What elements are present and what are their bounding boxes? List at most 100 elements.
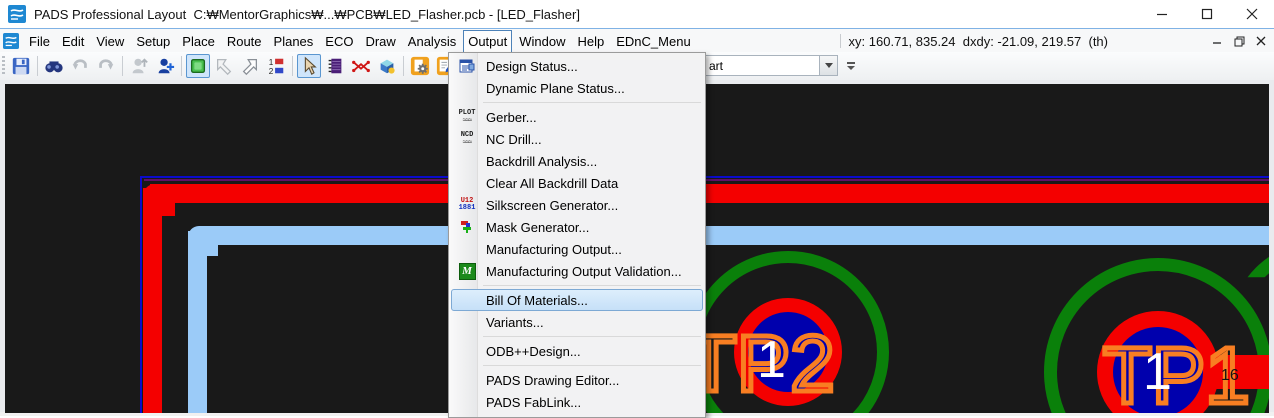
mdi-close-button[interactable] — [1252, 32, 1270, 50]
toolbar-separator — [37, 56, 38, 76]
arrow-upright-button[interactable] — [238, 54, 262, 78]
add-person-button[interactable] — [153, 54, 177, 78]
menubar-item-setup[interactable]: Setup — [131, 30, 175, 53]
layer-numbers-icon: 1 2 — [269, 58, 284, 76]
arrow-upright-icon — [242, 59, 257, 76]
icon-text: 1881 — [458, 204, 476, 212]
maximize-button[interactable] — [1184, 0, 1229, 28]
chevron-down-icon — [824, 63, 833, 68]
package-3d-button[interactable] — [375, 54, 399, 78]
menu-item-clear-backdrill[interactable]: Clear All Backdrill Data — [451, 172, 703, 194]
menu-item-pads-drawing-editor[interactable]: PADS Drawing Editor... — [451, 369, 703, 391]
menubar-item-window[interactable]: Window — [514, 30, 570, 53]
layer-digit-2: 2 — [269, 67, 274, 76]
menubar-item-edit[interactable]: Edit — [57, 30, 89, 53]
save-button[interactable] — [9, 54, 33, 78]
bottom-trace-vertical[interactable] — [188, 231, 207, 413]
menu-item-bill-of-materials[interactable]: Bill Of Materials... — [451, 289, 703, 311]
unroute-button[interactable] — [349, 54, 373, 78]
menu-separator — [483, 102, 701, 103]
menubar-separator — [839, 34, 841, 48]
menu-item-label: Bill Of Materials... — [486, 292, 588, 308]
toolbar-separator — [122, 56, 123, 76]
overflow-bar-icon — [846, 61, 855, 64]
toolbar-separator — [181, 56, 182, 76]
icon-text: NCD — [460, 131, 474, 139]
draw-rectangle-button[interactable] — [186, 54, 210, 78]
bottom-trace-horizontal[interactable] — [201, 226, 1269, 245]
menubar-item-analysis[interactable]: Analysis — [403, 30, 461, 53]
toolbar-overflow-button[interactable] — [843, 54, 858, 77]
menu-item-label: NC Drill... — [486, 131, 542, 147]
add-person-icon — [158, 58, 175, 74]
silkscreen-icon: U12 1881 — [452, 198, 482, 212]
manufacturing-gear-button[interactable] — [408, 54, 432, 78]
menubar-item-route[interactable]: Route — [222, 30, 267, 53]
window-title: PADS Professional Layout C:₩MentorGraphi… — [34, 6, 580, 22]
tp2-pad-inner[interactable] — [748, 312, 828, 392]
menubar-item-eco[interactable]: ECO — [320, 30, 358, 53]
unroute-icon — [352, 60, 370, 73]
menubar-item-draw[interactable]: Draw — [360, 30, 400, 53]
top-trace-vertical[interactable] — [143, 188, 162, 413]
menubar-item-ednc[interactable]: EDnC_Menu — [611, 30, 695, 53]
icon-squiggle: ≈≈≈ — [462, 117, 472, 124]
menubar-item-place[interactable]: Place — [177, 30, 220, 53]
save-icon — [12, 57, 30, 75]
menu-item-label: Gerber... — [486, 109, 537, 125]
component-button[interactable] — [323, 54, 347, 78]
menu-item-dynamic-plane-status[interactable]: Dynamic Plane Status... — [451, 77, 703, 99]
icon-text: M — [458, 262, 476, 280]
menu-item-nc-drill[interactable]: NCD ≈≈≈ NC Drill... — [451, 128, 703, 150]
menu-separator — [483, 285, 701, 286]
menu-separator — [483, 365, 701, 366]
redo-icon — [99, 59, 114, 70]
gerber-plot-icon: PLOT ≈≈≈ — [452, 110, 482, 125]
menu-item-silkscreen-generator[interactable]: U12 1881 Silkscreen Generator... — [451, 194, 703, 216]
minimize-button[interactable] — [1139, 0, 1184, 28]
layer-numbers-button[interactable]: 1 2 — [264, 54, 288, 78]
toolbar-separator — [403, 56, 404, 76]
cursor-coordinates: xy: 160.71, 835.24 dxdy: -21.09, 219.57 … — [848, 33, 1108, 49]
menu-item-mask-generator[interactable]: Mask Generator... — [451, 216, 703, 238]
find-button[interactable] — [42, 54, 66, 78]
redo-button[interactable] — [94, 54, 118, 78]
menu-item-odb-design[interactable]: ODB++Design... — [451, 340, 703, 362]
menu-item-design-status[interactable]: Design Status... — [451, 55, 703, 77]
mask-generator-icon — [452, 220, 482, 234]
menu-item-pads-fablink[interactable]: PADS FabLink... — [451, 391, 703, 413]
icon-squiggle: ≈≈≈ — [462, 139, 472, 146]
menu-item-manufacturing-output[interactable]: Manufacturing Output... — [451, 238, 703, 260]
menu-item-label: PADS Drawing Editor... — [486, 372, 620, 388]
toolbar-grip[interactable] — [2, 56, 5, 76]
menu-item-gerber[interactable]: PLOT ≈≈≈ Gerber... — [451, 106, 703, 128]
tp1-pad-inner[interactable] — [1113, 327, 1203, 413]
arrow-upleft-icon — [217, 59, 232, 76]
mdi-minimize-button[interactable] — [1208, 32, 1226, 50]
tp1-stub-trace[interactable] — [1216, 355, 1269, 389]
top-trace-horizontal[interactable] — [150, 184, 1269, 203]
menu-item-label: Manufacturing Output Validation... — [486, 263, 682, 279]
menu-item-variants[interactable]: Variants... — [451, 311, 703, 333]
menu-item-backdrill-analysis[interactable]: Backdrill Analysis... — [451, 150, 703, 172]
undo-button[interactable] — [68, 54, 92, 78]
select-cursor-button[interactable] — [297, 54, 321, 78]
move-up-button[interactable] — [127, 54, 151, 78]
find-icon — [45, 61, 63, 73]
manufacturing-gear-icon — [410, 56, 430, 76]
close-button[interactable] — [1229, 0, 1274, 28]
menu-item-label: Silkscreen Generator... — [486, 197, 619, 213]
menubar-item-help[interactable]: Help — [573, 30, 610, 53]
menubar-item-file[interactable]: File — [24, 30, 55, 53]
menubar-item-output[interactable]: Output — [463, 29, 513, 53]
combobox-value: art — [709, 58, 724, 73]
combobox-dropdown-button[interactable] — [819, 56, 837, 75]
menu-item-label: Design Status... — [486, 58, 578, 74]
toolbar-combobox[interactable]: art — [704, 55, 838, 76]
close-icon — [1246, 8, 1257, 20]
menubar-item-view[interactable]: View — [91, 30, 129, 53]
menu-item-output-validation[interactable]: M Manufacturing Output Validation... — [451, 260, 703, 282]
arrow-upleft-button[interactable] — [212, 54, 236, 78]
menubar-item-planes[interactable]: Planes — [269, 30, 319, 53]
mdi-restore-button[interactable] — [1230, 32, 1248, 50]
